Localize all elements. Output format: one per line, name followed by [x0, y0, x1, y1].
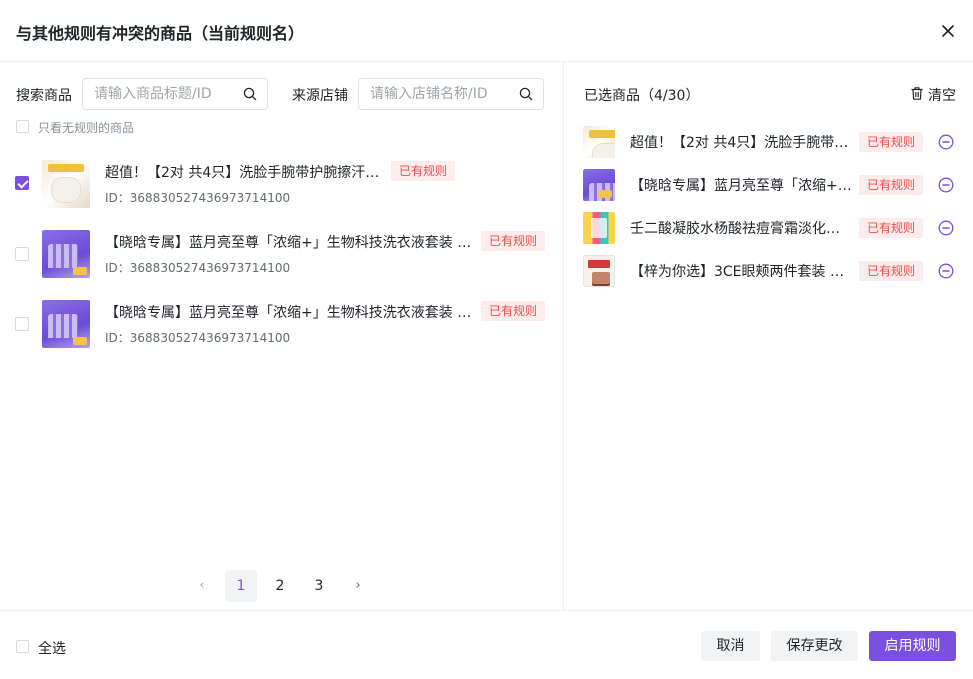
product-name: 【晓晗专属】蓝月亮至尊「浓缩+」生物科技洗衣液套装 全家通用... [105, 235, 477, 251]
selected-item: 【梓为你选】3CE眼颊两件套装 九宫格眼影腮红 已有规则 [564, 253, 973, 289]
remove-circle-icon[interactable] [938, 134, 954, 150]
selected-products-panel: 已选商品（4/30） 清空 超值！【2对 共4只】洗脸手腕带护腕擦汗防水 已有规… [564, 62, 973, 610]
selected-name: 【梓为你选】3CE眼颊两件套装 九宫格眼影腮红 [630, 264, 852, 280]
has-rule-tag: 已有规则 [859, 175, 924, 195]
apply-rule-button[interactable]: 启用规则 [869, 631, 956, 661]
has-rule-tag: 已有规则 [859, 132, 924, 152]
product-id: ID：368830527436973714100 [105, 261, 291, 275]
product-list-panel: 搜索商品 来源店铺 只看无规则的商品 超值！【2对 共4只】洗脸手腕带护腕擦汗防… [0, 62, 564, 610]
product-id: ID：368830527436973714100 [105, 331, 291, 345]
next-page-button[interactable]: › [342, 570, 374, 602]
shop-search-input[interactable] [370, 85, 510, 103]
selected-item: 超值！【2对 共4只】洗脸手腕带护腕擦汗防水 已有规则 [564, 124, 973, 160]
selected-count-title: 已选商品（4/30） [584, 88, 700, 104]
selected-thumbnail [583, 126, 615, 158]
no-rule-only-label: 只看无规则的商品 [38, 121, 135, 135]
product-checkbox[interactable] [15, 317, 29, 331]
page-3-button[interactable]: 3 [303, 570, 335, 602]
save-button[interactable]: 保存更改 [771, 631, 858, 661]
close-icon[interactable] [937, 20, 959, 42]
product-checkbox[interactable] [15, 247, 29, 261]
select-all-checkbox[interactable] [16, 640, 29, 653]
prev-page-button[interactable]: ‹ [186, 570, 218, 602]
shop-search-label: 来源店铺 [292, 88, 348, 104]
selected-thumbnail [583, 169, 615, 201]
product-search-label: 搜索商品 [16, 88, 72, 104]
no-rule-only-checkbox[interactable] [16, 120, 29, 133]
search-icon[interactable] [243, 87, 257, 101]
conflict-products-dialog: 与其他规则有冲突的商品（当前规则名） 搜索商品 来源店铺 只看无规则的商品 超值… [0, 0, 973, 679]
select-all-label: 全选 [38, 641, 66, 657]
product-thumbnail [42, 300, 90, 348]
has-rule-tag: 已有规则 [481, 231, 546, 251]
product-id: ID：368830527436973714100 [105, 191, 291, 205]
remove-circle-icon[interactable] [938, 263, 954, 279]
dialog-footer: 全选 取消 保存更改 启用规则 [0, 610, 973, 679]
remove-circle-icon[interactable] [938, 177, 954, 193]
selected-name: 超值！【2对 共4只】洗脸手腕带护腕擦汗防水 [630, 135, 852, 151]
selected-name: 【晓晗专属】蓝月亮至尊「浓缩+」生物科技洗衣液 [630, 178, 852, 194]
product-search-box [82, 78, 268, 110]
has-rule-tag: 已有规则 [859, 218, 924, 238]
has-rule-tag: 已有规则 [859, 261, 924, 281]
product-thumbnail [42, 160, 90, 208]
remove-circle-icon[interactable] [938, 220, 954, 236]
trash-icon [911, 87, 923, 100]
has-rule-tag: 已有规则 [391, 161, 456, 181]
page-2-button[interactable]: 2 [264, 570, 296, 602]
clear-label: 清空 [928, 88, 956, 104]
selected-thumbnail [583, 212, 615, 244]
has-rule-tag: 已有规则 [481, 301, 546, 321]
cancel-button[interactable]: 取消 [701, 631, 760, 661]
product-row[interactable]: 超值！【2对 共4只】洗脸手腕带护腕擦汗防水 已有规则 ID：368830527… [0, 156, 564, 216]
dialog-title: 与其他规则有冲突的商品（当前规则名） [16, 24, 305, 43]
product-search-input[interactable] [94, 85, 234, 103]
dialog-header: 与其他规则有冲突的商品（当前规则名） [0, 0, 973, 62]
selected-item: 壬二酸凝胶水杨酸祛痘膏霜淡化痘印闭口粉刺 已有规则 [564, 210, 973, 246]
shop-search-box [358, 78, 544, 110]
selected-item: 【晓晗专属】蓝月亮至尊「浓缩+」生物科技洗衣液 已有规则 [564, 167, 973, 203]
search-icon[interactable] [519, 87, 533, 101]
product-checkbox[interactable] [15, 176, 29, 190]
page-1-button[interactable]: 1 [225, 570, 257, 602]
product-thumbnail [42, 230, 90, 278]
product-row[interactable]: 【晓晗专属】蓝月亮至尊「浓缩+」生物科技洗衣液套装 全家通用... 已有规则 I… [0, 296, 564, 356]
selected-thumbnail [583, 255, 615, 287]
product-row[interactable]: 【晓晗专属】蓝月亮至尊「浓缩+」生物科技洗衣液套装 全家通用... 已有规则 I… [0, 226, 564, 286]
product-name: 超值！【2对 共4只】洗脸手腕带护腕擦汗防水 [105, 165, 390, 181]
pagination: ‹ 1 2 3 › [0, 570, 564, 602]
selected-name: 壬二酸凝胶水杨酸祛痘膏霜淡化痘印闭口粉刺 [630, 221, 852, 237]
product-name: 【晓晗专属】蓝月亮至尊「浓缩+」生物科技洗衣液套装 全家通用... [105, 305, 477, 321]
